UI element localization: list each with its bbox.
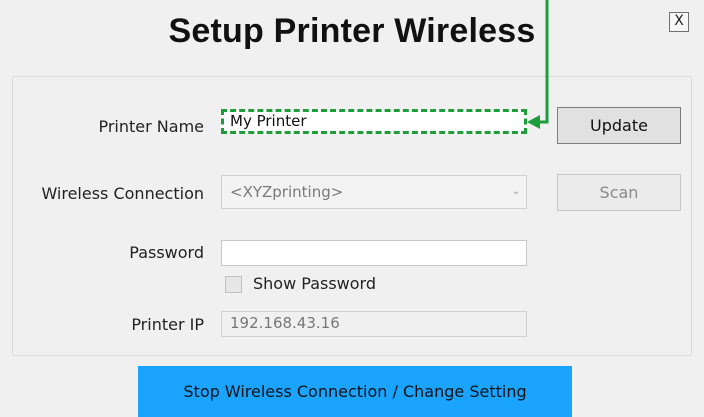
close-button[interactable]: X [669, 12, 689, 32]
dialog-title: Setup Printer Wireless [168, 12, 536, 50]
show-password-label: Show Password [253, 274, 376, 293]
password-label: Password [129, 243, 204, 262]
chevron-down-icon: ⌄ [511, 186, 520, 197]
printer-name-field[interactable]: My Printer [221, 109, 527, 134]
scan-button[interactable]: Scan [557, 174, 681, 211]
printer-name-label: Printer Name [98, 117, 204, 136]
setup-printer-wireless-dialog: Setup Printer Wireless X Printer Name My… [0, 0, 704, 417]
stop-wireless-connection-button[interactable]: Stop Wireless Connection / Change Settin… [138, 366, 572, 417]
wireless-connection-value: <XYZprinting> [230, 183, 344, 201]
update-button[interactable]: Update [557, 107, 681, 144]
wireless-connection-label: Wireless Connection [41, 184, 204, 203]
printer-ip-label: Printer IP [131, 315, 204, 334]
wireless-connection-select[interactable]: <XYZprinting> ⌄ [221, 175, 527, 209]
show-password-checkbox[interactable] [225, 276, 242, 293]
printer-ip-field: 192.168.43.16 [221, 311, 527, 337]
password-field[interactable] [221, 240, 527, 266]
